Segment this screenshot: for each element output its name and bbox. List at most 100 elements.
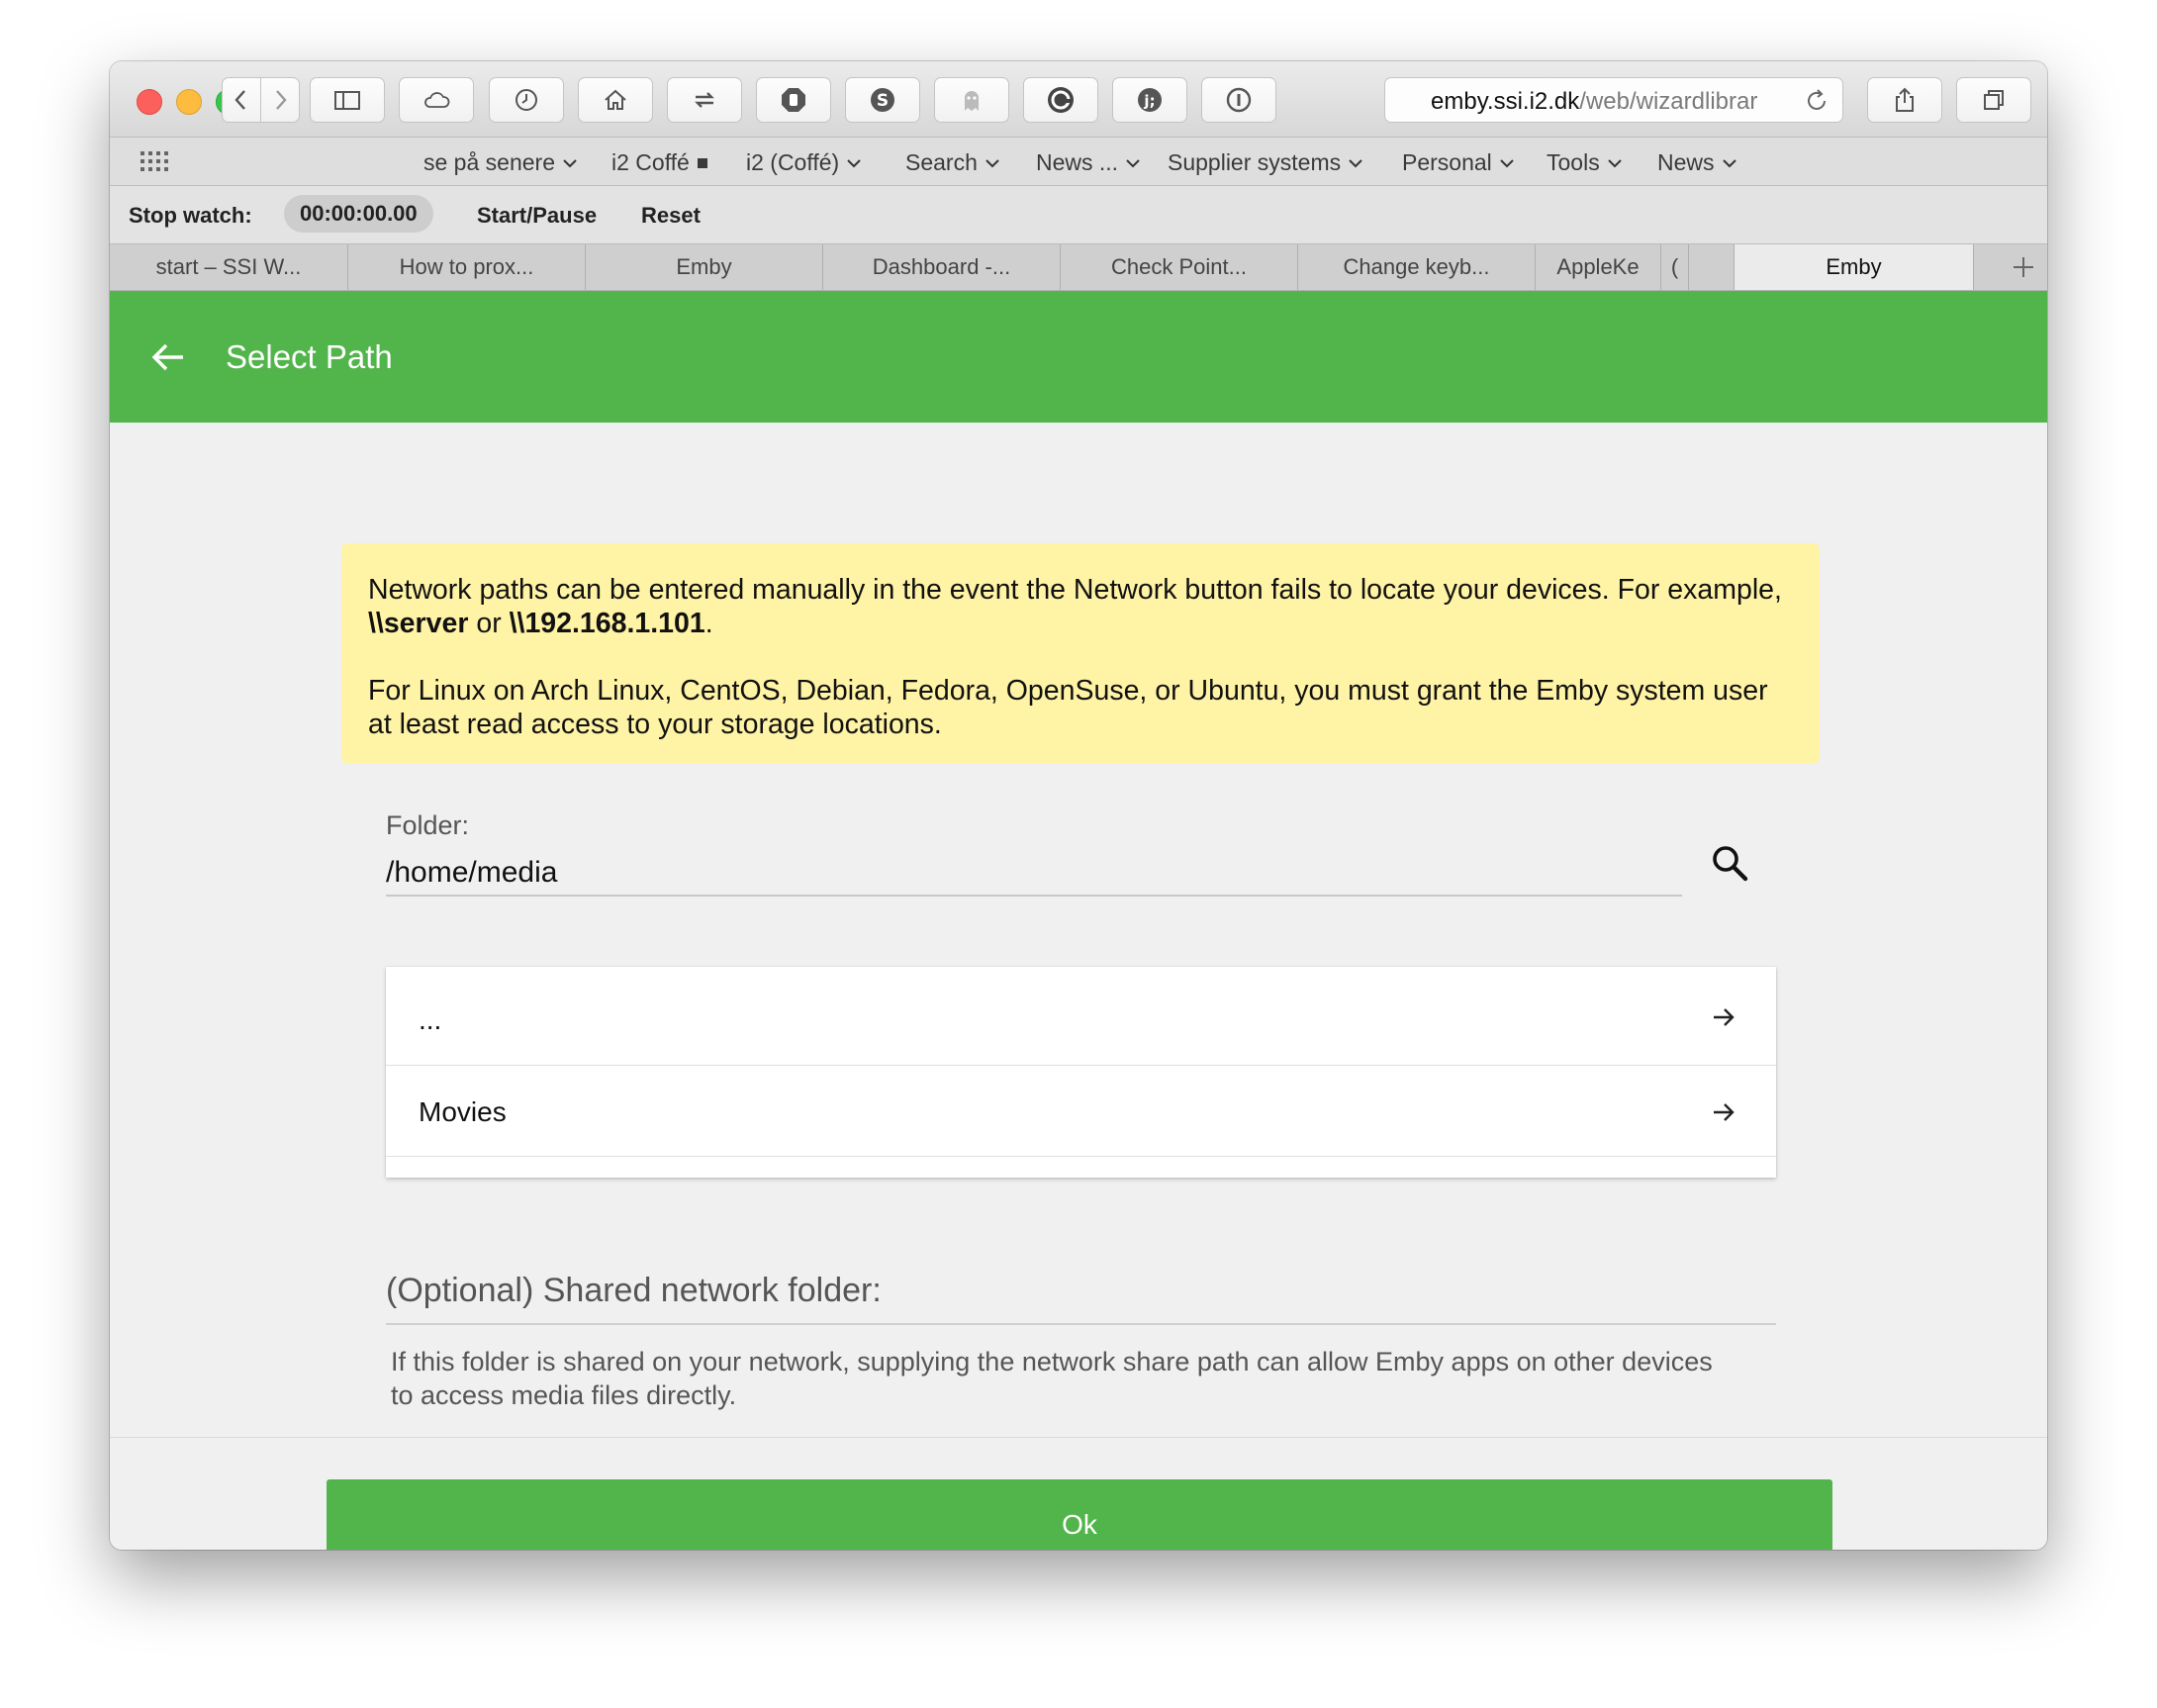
reload-icon[interactable]: [1803, 87, 1830, 115]
tabs-overview-icon: [1984, 90, 2004, 110]
notice-paragraph-1: Network paths can be entered manually in…: [368, 574, 1782, 639]
shared-folder-input[interactable]: (Optional) Shared network folder:: [386, 1272, 882, 1310]
directory-list: ... Movies: [386, 967, 1776, 1178]
start-pause-button[interactable]: Start/Pause: [477, 203, 597, 229]
folder-input[interactable]: /home/media: [386, 851, 1682, 897]
history-button[interactable]: [489, 77, 564, 123]
skype-icon: S: [871, 88, 894, 112]
chevron-down-icon: [1349, 158, 1362, 167]
browser-window: S j; emby.ssi.i2.dk/web/wizardlibrar se …: [110, 61, 2047, 1550]
reset-button[interactable]: Reset: [641, 203, 701, 229]
bookmark-se-pa-senere[interactable]: se på senere: [423, 149, 577, 176]
chevron-down-icon: [563, 158, 577, 167]
tab-bar: start – SSI W... How to prox... Emby Das…: [110, 244, 2047, 291]
list-item-label: Movies: [419, 1096, 507, 1127]
grid-icon[interactable]: [140, 149, 169, 173]
bookmarks-bar: se på senere i2 Coffé i2 (Coffé) Search …: [110, 138, 2047, 186]
page-title: Select Path: [226, 338, 393, 375]
stopwatch-label: Stop watch:: [129, 203, 252, 228]
stopwatch-time: 00:00:00.00: [284, 195, 433, 233]
bookmark-tools[interactable]: Tools: [1547, 149, 1622, 176]
address-bar[interactable]: emby.ssi.i2.dk/web/wizardlibrar: [1384, 77, 1843, 123]
spiral-icon: [1048, 87, 1074, 113]
tab-collapsed[interactable]: (: [1661, 244, 1689, 290]
chevron-down-icon: [985, 158, 999, 167]
example-server: \\server: [368, 608, 469, 639]
chevron-down-icon: [1607, 158, 1622, 167]
chevron-down-icon: [1500, 158, 1514, 167]
tab-emby-1[interactable]: Emby: [586, 244, 823, 290]
tab-overview-button[interactable]: [1956, 77, 2031, 123]
network-paths-notice: Network paths can be entered manually in…: [341, 543, 1820, 764]
tab-collapsed-2[interactable]: [1689, 244, 1735, 290]
page-header: Select Path: [110, 291, 2047, 423]
minimize-window-button[interactable]: [176, 89, 202, 115]
tab-applekey[interactable]: AppleKe: [1536, 244, 1661, 290]
shared-folder-underline: [386, 1323, 1776, 1325]
bookmark-label: News ...: [1036, 149, 1119, 175]
ghostery-extension-button[interactable]: [934, 77, 1009, 123]
home-icon: [605, 89, 626, 110]
cloud-icon: [424, 92, 450, 108]
close-window-button[interactable]: [137, 89, 162, 115]
bookmark-personal[interactable]: Personal: [1402, 149, 1514, 176]
address-text: emby.ssi.i2.dk/web/wizardlibrar: [1431, 88, 1758, 115]
adblock-extension-button[interactable]: [756, 77, 831, 123]
bookmark-news[interactable]: News: [1657, 149, 1736, 176]
share-button[interactable]: [1867, 77, 1942, 123]
tab-how-to-prox[interactable]: How to prox...: [348, 244, 586, 290]
chevron-left-icon: [234, 90, 245, 110]
transfer-extension-button[interactable]: [667, 77, 742, 123]
bookmark-search[interactable]: Search: [905, 149, 999, 176]
tab-change-keyb[interactable]: Change keyb...: [1298, 244, 1536, 290]
bookmark-supplier-systems[interactable]: Supplier systems: [1168, 149, 1362, 176]
footer-divider: [110, 1437, 2047, 1438]
history-icon: [516, 89, 537, 111]
list-item-movies[interactable]: Movies: [386, 1066, 1776, 1157]
stopwatch-bar: Stop watch: 00:00:00.00 Start/Pause Rese…: [110, 186, 2047, 244]
chevron-right-icon: [276, 90, 287, 110]
transfer-icon: [695, 92, 714, 108]
bookmark-label: Search: [905, 149, 978, 175]
arrow-right-icon: [1714, 1103, 1735, 1121]
tab-dashboard[interactable]: Dashboard -...: [823, 244, 1061, 290]
chevron-down-icon: [1722, 158, 1736, 167]
icloud-tabs-button[interactable]: [399, 77, 474, 123]
list-item-label: ...: [419, 1004, 442, 1035]
search-icon[interactable]: [1709, 842, 1750, 884]
example-ip: \\192.168.1.101: [509, 608, 705, 639]
bookmark-i2-coffe[interactable]: i2 Coffé: [611, 149, 707, 176]
tab-start-ssi[interactable]: start – SSI W...: [110, 244, 348, 290]
password-manager-button[interactable]: [1201, 77, 1276, 123]
stop-hand-icon: [782, 88, 805, 112]
list-item-parent[interactable]: ...: [386, 967, 1776, 1066]
password-icon: [1226, 87, 1252, 113]
chevron-down-icon: [1126, 158, 1140, 167]
jscript-extension-button[interactable]: j;: [1112, 77, 1187, 123]
tab-emby-active[interactable]: Emby: [1735, 244, 1974, 290]
browser-toolbar: S j; emby.ssi.i2.dk/web/wizardlibrar: [110, 61, 2047, 138]
bookmark-i2-coffe-menu[interactable]: i2 (Coffé): [746, 149, 861, 176]
home-button[interactable]: [578, 77, 653, 123]
sidebar-button[interactable]: [310, 77, 385, 123]
bookmark-label: Tools: [1547, 149, 1600, 175]
chevron-down-icon: [847, 158, 861, 167]
new-tab-button[interactable]: [2000, 244, 2047, 290]
ok-button[interactable]: Ok: [327, 1479, 1832, 1550]
spiral-extension-button[interactable]: [1023, 77, 1098, 123]
bookmark-label: i2 (Coffé): [746, 149, 840, 175]
shared-folder-description: If this folder is shared on your network…: [391, 1347, 1713, 1410]
folder-label: Folder:: [386, 810, 470, 840]
plus-icon: [2014, 257, 2033, 277]
forward-button[interactable]: [260, 77, 300, 123]
folder-square-icon: [697, 157, 707, 168]
bookmark-news-dots[interactable]: News ...: [1036, 149, 1140, 176]
bookmark-label: i2 Coffé: [611, 149, 690, 175]
notice-paragraph-2: For Linux on Arch Linux, CentOS, Debian,…: [368, 675, 1768, 740]
ghost-icon: [965, 91, 979, 111]
arrow-left-icon[interactable]: [149, 338, 187, 376]
back-button[interactable]: [222, 77, 261, 123]
svg-text:S: S: [877, 91, 889, 111]
tab-check-point[interactable]: Check Point...: [1061, 244, 1298, 290]
skype-extension-button[interactable]: S: [845, 77, 920, 123]
